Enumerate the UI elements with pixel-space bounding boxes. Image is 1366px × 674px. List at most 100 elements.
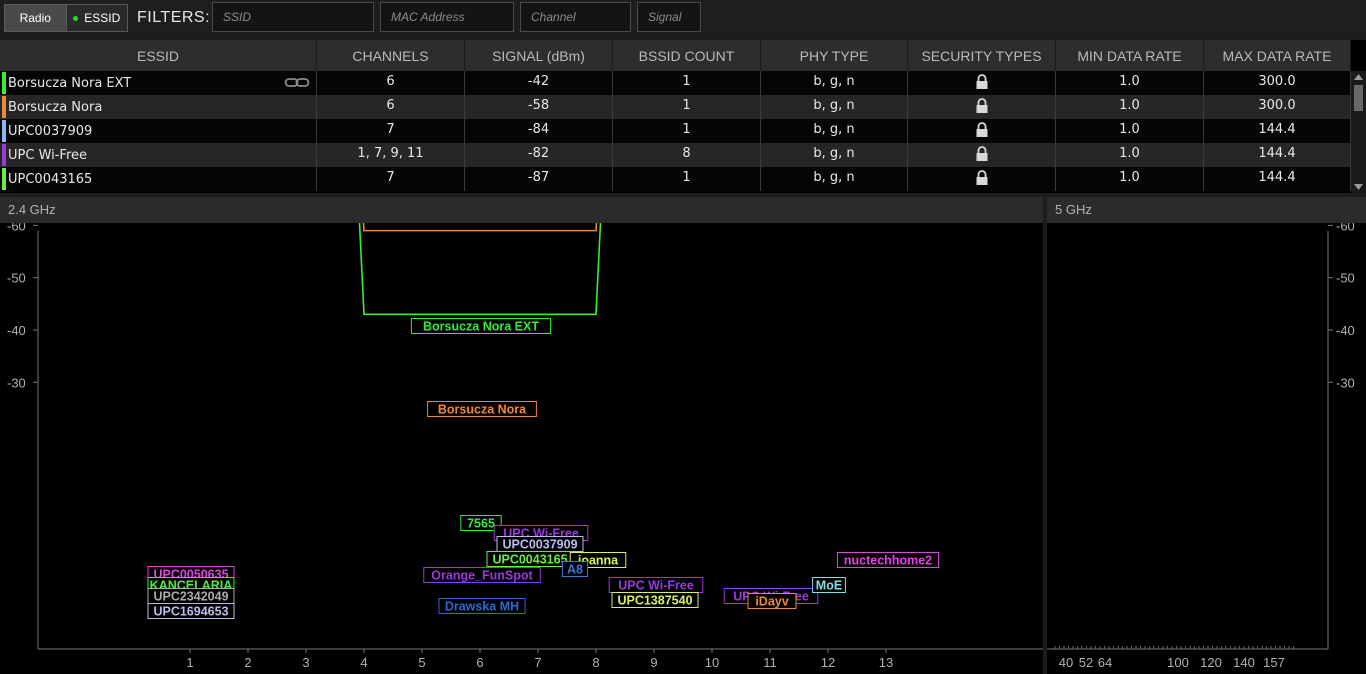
series-label[interactable]: UPC1694653 [147,603,235,619]
table-row[interactable]: UPC0043165 7 -87 1 b, g, n 1.0 144.4 [0,167,1351,191]
scroll-up-arrow-icon[interactable] [1351,71,1366,83]
series-label-text: UPC0037909 [502,538,577,552]
filters-label: FILTERS: [137,9,211,26]
x-tick-label: 1 [186,655,193,670]
lock-icon [976,170,987,185]
scroll-down-arrow-icon[interactable] [1351,181,1366,193]
essid-text: UPC0043165 [8,172,93,187]
cell-channels: 7 [317,119,465,143]
series-label[interactable]: A8 [561,561,589,577]
series-label[interactable]: UPC0043165 [486,551,574,567]
series-label[interactable]: Drawska MH [438,598,526,614]
mac-filter-input[interactable] [380,2,514,32]
series-line[interactable] [350,223,610,316]
x-tick-label: 4 [360,655,367,670]
active-dot-icon [73,15,79,21]
network-color-marker [2,72,6,94]
table-row[interactable]: Borsucza Nora EXT 6 -42 1 b, g, n 1.0 300.0 [0,71,1351,95]
cell-security [908,143,1056,167]
column-max-data-rate[interactable]: MAX DATA RATE [1204,40,1351,71]
essid-text: Borsucza Nora [8,100,103,115]
series-label[interactable]: Borsucza Nora [427,401,537,417]
series-label[interactable]: UPC0037909 [496,536,584,552]
table-scrollbar[interactable] [1351,71,1366,193]
cell-phy-type: b, g, n [761,167,908,191]
chart-5ghz: -30-40-50-60-70-80-90405264100120140157 [1047,223,1355,670]
table-row[interactable]: UPC0037909 7 -84 1 b, g, n 1.0 144.4 [0,119,1351,143]
cell-essid: UPC0043165 [0,167,317,191]
x-tick-label: 2 [244,655,251,670]
column-bssid-count[interactable]: BSSID COUNT [613,40,761,71]
y-tick-label: -50 [7,271,26,286]
column-min-data-rate[interactable]: MIN DATA RATE [1056,40,1204,71]
cell-channels: 7 [317,167,465,191]
series-label-text: A8 [567,563,583,577]
x-tick-label: 9 [650,655,657,670]
y-tick-label: -60 [7,223,26,233]
series-label[interactable]: Borsucza Nora EXT [410,318,552,334]
lock-icon [976,74,987,89]
series-label-text: nuctechhome2 [844,554,932,568]
x-tick-label: 6 [476,655,483,670]
column-channels[interactable]: CHANNELS [317,40,465,71]
signal-filter-input[interactable] [637,2,701,32]
series-label[interactable]: UPC1387540 [611,592,699,608]
panel-2-4ghz: 2.4 GHz -30-40-50-60-70-80-9012345678910… [0,197,1043,674]
radio-mode-button[interactable]: Radio [5,5,67,31]
link-icon[interactable] [284,74,310,90]
series-label[interactable]: iDayv [747,593,797,609]
cell-security [908,95,1056,119]
y-tick-label: -40 [7,323,26,338]
cell-security [908,167,1056,191]
x-tick-label: 8 [592,655,599,670]
column-security-types[interactable]: SECURITY TYPES [908,40,1056,71]
y-tick-label: -30 [7,375,26,390]
cell-security [908,119,1056,143]
table-header: ESSID CHANNELS SIGNAL (dBm) BSSID COUNT … [0,40,1351,71]
cell-bssid-count: 1 [613,71,761,95]
series-label-text: UPC Wi-Free [618,579,694,593]
series-label[interactable]: nuctechhome2 [836,552,940,568]
x-tick-label: 40 [1059,655,1073,670]
table-row[interactable]: UPC Wi-Free 1, 7, 9, 11 -82 8 b, g, n 1.0 144.… [0,143,1351,167]
y-tick-label: -60 [1336,223,1355,233]
series-label-text: UPC2342049 [153,590,228,604]
series-label[interactable]: Orange_FunSpot [423,567,541,583]
series-label[interactable]: MoE [812,577,846,593]
ssid-filter-input[interactable] [212,2,374,32]
channel-filter-input[interactable] [520,2,631,32]
cell-max-rate: 144.4 [1204,119,1351,143]
network-color-marker [2,144,6,166]
cell-signal: -84 [465,119,613,143]
cell-min-rate: 1.0 [1056,167,1204,191]
series-line[interactable] [350,223,610,232]
toolbar: Radio ESSID FILTERS: [0,0,1366,38]
column-essid[interactable]: ESSID [0,40,317,71]
network-color-marker [2,96,6,118]
cell-min-rate: 1.0 [1056,119,1204,143]
series-label[interactable]: UPC2342049 [147,588,235,604]
y-tick-label: -50 [1336,271,1355,286]
x-tick-label: 10 [705,655,719,670]
networks-table: ESSID CHANNELS SIGNAL (dBm) BSSID COUNT … [0,40,1366,193]
series-label-text: iDayv [755,595,788,609]
cell-min-rate: 1.0 [1056,95,1204,119]
scroll-thumb[interactable] [1354,85,1363,111]
cell-signal: -82 [465,143,613,167]
cell-signal: -42 [465,71,613,95]
view-mode-toggle[interactable]: Radio ESSID [4,4,128,32]
series-label-text: UPC1694653 [153,605,228,619]
cell-phy-type: b, g, n [761,119,908,143]
table-row[interactable]: Borsucza Nora 6 -58 1 b, g, n 1.0 300.0 [0,95,1351,119]
cell-phy-type: b, g, n [761,95,908,119]
column-signal[interactable]: SIGNAL (dBm) [465,40,613,71]
column-phy-type[interactable]: PHY TYPE [761,40,908,71]
cell-essid: Borsucza Nora EXT [0,71,317,95]
essid-mode-button[interactable]: ESSID [66,5,127,31]
cell-phy-type: b, g, n [761,71,908,95]
x-tick-label: 140 [1233,655,1255,670]
cell-essid: UPC0037909 [0,119,317,143]
x-tick-label: 157 [1263,655,1285,670]
series-label[interactable]: UPC Wi-Free [608,577,704,593]
chart-2-4ghz: -30-40-50-60-70-80-9012345678910111213Bo… [7,223,1043,670]
